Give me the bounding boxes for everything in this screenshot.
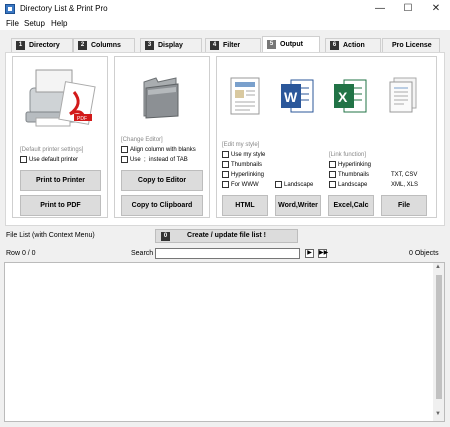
copy-to-editor-button[interactable]: Copy to Editor [121, 170, 203, 191]
printer-pdf-icon: PDF [22, 62, 100, 132]
use-my-style-checkbox[interactable]: Use my style [222, 151, 265, 158]
tab-number: 5 [267, 39, 276, 49]
checkbox-label: Landscape [338, 182, 368, 189]
checkbox-box[interactable] [329, 161, 336, 168]
tab-number: 1 [16, 40, 25, 50]
checkbox-label: Align column with blanks [130, 147, 196, 154]
checkbox-box[interactable] [222, 171, 229, 178]
tab-label: Pro License [392, 42, 432, 49]
tab-label: Action [343, 42, 365, 49]
tab-number: 3 [145, 40, 154, 50]
tab-label: Display [158, 42, 183, 49]
scrollbar-thumb[interactable] [436, 275, 442, 399]
use-default-printer-checkbox[interactable]: Use default printer [20, 156, 78, 163]
copy-to-clipboard-button[interactable]: Copy to Clipboard [121, 195, 203, 216]
checkbox-box[interactable] [222, 161, 229, 168]
tab-label: Output [280, 41, 303, 48]
checkbox-box[interactable] [20, 156, 27, 163]
checkbox-label: Hyperlinking [338, 162, 372, 169]
checkbox-label: Use ; instead of TAB [130, 157, 188, 164]
link-landscape-checkbox[interactable]: Landscape [329, 181, 367, 188]
tab-number: 6 [330, 40, 339, 50]
word-writer-button[interactable]: Word,Writer [275, 195, 321, 216]
checkbox-label: Use default printer [29, 157, 79, 164]
tab-number: 2 [78, 40, 87, 50]
checkbox-label: Thumbnails [338, 172, 370, 179]
tab-output[interactable]: 5 Output [262, 36, 320, 53]
search-last-button[interactable]: ▶▶ [318, 249, 328, 258]
html-thumbnails-checkbox[interactable]: Thumbnails [222, 161, 262, 168]
tab-directory[interactable]: 1 Directory [11, 38, 73, 52]
checkbox-label: For WWW [231, 182, 259, 189]
create-file-list-button[interactable]: 0 Create / update file list ! [155, 229, 298, 243]
excel-calc-button[interactable]: Excel,Calc [328, 195, 374, 216]
file-button[interactable]: File [381, 195, 427, 216]
menu-file[interactable]: File [6, 19, 19, 28]
menu-help[interactable]: Help [51, 19, 67, 28]
align-column-checkbox[interactable]: Align column with blanks [121, 146, 196, 153]
checkbox-box[interactable] [222, 181, 229, 188]
checkbox-box[interactable] [222, 151, 229, 158]
link-thumbnails-checkbox[interactable]: Thumbnails [329, 171, 369, 178]
change-editor-label[interactable]: [Change Editor] [121, 137, 163, 143]
html-button[interactable]: HTML [222, 195, 268, 216]
app-icon [5, 4, 15, 14]
objects-count: 0 Objects [409, 250, 439, 257]
checkbox-label: Hyperlinking [231, 172, 265, 179]
svg-text:PDF: PDF [77, 116, 87, 122]
scroll-up-icon[interactable]: ▲ [435, 264, 441, 270]
minimize-button[interactable]: — [366, 0, 394, 18]
excel-icon: X [332, 76, 368, 116]
use-semicolon-checkbox[interactable]: Use ; instead of TAB [121, 156, 188, 163]
checkbox-label: Landscape [284, 182, 314, 189]
word-icon: W [279, 76, 315, 116]
tab-label: Columns [91, 42, 121, 49]
file-list-area[interactable] [4, 262, 445, 422]
checkbox-box[interactable] [275, 181, 282, 188]
menu-setup[interactable]: Setup [24, 19, 45, 28]
landscape-checkbox[interactable]: Landscape [275, 181, 313, 188]
txt-csv-label: TXT, CSV [391, 172, 418, 178]
print-to-printer-button[interactable]: Print to Printer [20, 170, 101, 191]
checkbox-label: Use my style [231, 152, 266, 159]
html-document-icon [228, 76, 262, 116]
checkbox-box[interactable] [329, 181, 336, 188]
close-button[interactable]: ✕ [422, 0, 450, 18]
checkbox-box[interactable] [329, 171, 336, 178]
button-label: Create / update file list ! [187, 232, 266, 239]
text-file-icon [384, 76, 420, 116]
tab-columns[interactable]: 2 Columns [73, 38, 135, 52]
edit-my-style-label[interactable]: [Edit my style] [222, 142, 259, 148]
checkbox-label: Thumbnails [231, 162, 263, 169]
link-hyperlinking-checkbox[interactable]: Hyperlinking [329, 161, 371, 168]
tab-label: Filter [223, 42, 241, 49]
file-list-label: File List (with Context Menu) [6, 232, 95, 239]
html-hyperlinking-checkbox[interactable]: Hyperlinking [222, 171, 264, 178]
window-title: Directory List & Print Pro [20, 4, 108, 13]
xml-xls-label: XML, XLS [391, 182, 419, 188]
button-number: 0 [161, 232, 170, 241]
tab-pro-license[interactable]: Pro License [382, 38, 440, 52]
row-info: Row 0 / 0 [6, 250, 36, 257]
tab-display[interactable]: 3 Display [140, 38, 202, 52]
search-input[interactable] [155, 248, 300, 259]
scroll-down-icon[interactable]: ▼ [435, 411, 441, 417]
checkbox-box[interactable] [121, 146, 128, 153]
svg-text:W: W [284, 89, 298, 105]
menu-bar [0, 18, 450, 30]
tab-label: Directory [29, 42, 60, 49]
maximize-button[interactable]: ☐ [394, 0, 422, 18]
for-www-checkbox[interactable]: For WWW [222, 181, 259, 188]
search-next-button[interactable]: ▶ [305, 249, 314, 258]
search-label: Search [131, 250, 154, 257]
tab-number: 4 [210, 40, 219, 50]
tab-filter[interactable]: 4 Filter [205, 38, 261, 52]
printer-settings-label[interactable]: [Default printer settings] [20, 147, 83, 153]
tab-action[interactable]: 6 Action [325, 38, 381, 52]
link-function-label[interactable]: [Link function] [329, 152, 366, 158]
print-to-pdf-button[interactable]: Print to PDF [20, 195, 101, 216]
folder-icon [138, 70, 184, 120]
svg-text:X: X [338, 89, 348, 105]
checkbox-box[interactable] [121, 156, 128, 163]
